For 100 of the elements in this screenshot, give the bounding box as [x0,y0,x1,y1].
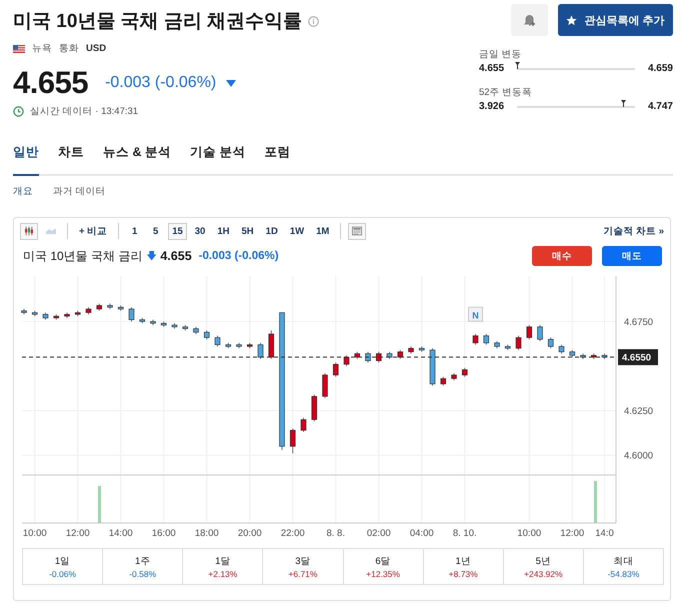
candle [322,372,328,399]
candle [300,417,306,432]
x-axis-label: 8. 10. [452,528,477,539]
interval-button[interactable]: 1D [262,222,282,240]
performance-cell[interactable]: 5년 +243.92% [502,549,583,584]
period-label: 6달 [375,554,391,568]
candle [290,428,296,454]
layout-icon [352,225,362,237]
currency-value: USD [86,43,106,54]
chart-instrument-name: 미국 10년물 국채 금리 [23,248,142,264]
x-axis-label: 22:00 [280,528,305,539]
compare-button[interactable]: + 비교 [75,222,112,240]
buy-button[interactable]: 매수 [532,246,592,266]
flag-icon [13,44,25,52]
candle [139,318,146,324]
area-chart-icon [46,226,56,236]
sell-button[interactable]: 매도 [602,246,662,266]
interval-button[interactable]: 30 [190,222,210,240]
performance-cell[interactable]: 최대 -54.83% [582,549,663,584]
performance-cell[interactable]: 6달 +12.35% [342,549,423,584]
candle [258,342,264,360]
candle [96,303,102,312]
candle [376,351,382,363]
period-change: +243.92% [524,568,563,578]
chart-change: -0.003 (-0.06%) [198,250,279,262]
candle [246,342,253,349]
performance-cell[interactable]: 1일 -0.06% [23,549,102,584]
candle [193,326,199,334]
candle [344,354,350,366]
volume-bar [98,486,101,523]
candle [32,310,38,317]
interval-button[interactable]: 5 [147,222,164,240]
sub-tab[interactable]: 과거 데이터 [53,185,106,198]
period-label: 1일 [54,554,70,568]
interval-button[interactable]: 1 [126,222,144,240]
range-low: 4.655 [479,63,506,74]
candle [548,337,554,349]
interval-button[interactable]: 5H [238,222,258,240]
interval-button[interactable]: 15 [168,222,187,240]
interval-button[interactable]: 1W [286,222,308,240]
candle [268,330,274,360]
price-change: -0.003 (-0.06%) [105,74,216,92]
news-marker[interactable]: N [468,306,483,322]
candlestick-button[interactable] [20,222,38,240]
period-change: +6.71% [288,568,318,578]
nav-tab[interactable]: 포럼 [264,144,290,176]
performance-cell[interactable]: 3달 +6.71% [262,549,342,584]
range-high: 4.747 [646,101,673,112]
period-label: 3달 [295,554,311,568]
candle [160,321,167,328]
candle [311,394,318,422]
candle [451,372,457,381]
candle [118,305,124,312]
nav-tab[interactable]: 기술 분석 [190,144,246,176]
candle [602,353,608,360]
candlestick-icon [24,224,34,238]
y-axis-label: 4.6250 [624,406,654,418]
alert-button[interactable] [511,4,548,36]
price-tag: 4.6550 [618,349,658,366]
period-change: -0.06% [49,568,76,578]
chart-price: 4.655 [160,249,192,263]
candle [558,344,564,354]
range-high: 4.659 [646,63,673,74]
star-icon [566,14,578,26]
candle [516,335,522,350]
technical-chart-link[interactable]: 기술적 차트 » [603,224,664,238]
candle [332,362,339,378]
candle [569,350,576,358]
candle [526,324,532,340]
layout-button[interactable] [348,222,366,240]
sub-tab[interactable]: 개요 [13,185,33,198]
candle [107,303,113,310]
performance-cell[interactable]: 1달 +2.13% [182,549,262,584]
nav-tab[interactable]: 일반 [13,144,39,176]
candle [354,351,360,360]
period-change: +8.73% [448,568,478,578]
candle [386,351,392,360]
candle [150,319,156,326]
nav-tab[interactable]: 뉴스 & 분석 [103,144,171,176]
x-axis-label: 14:0 [595,528,614,539]
candle [472,334,478,346]
period-label: 1주 [135,554,150,568]
watchlist-button[interactable]: 관심목록에 추가 [558,4,673,36]
candle [494,340,500,349]
candle [225,342,232,349]
candle [64,312,70,318]
candle [236,342,242,349]
candle [504,344,511,350]
performance-cell[interactable]: 1주 -0.58% [102,549,182,584]
candle [397,350,404,360]
candle [204,330,210,340]
candle [440,376,446,386]
currency-label: 통화 [59,42,79,55]
candle [128,306,134,322]
interval-button[interactable]: 1M [312,222,334,240]
nav-tab[interactable]: 차트 [58,144,84,176]
info-icon[interactable] [308,16,320,26]
performance-cell[interactable]: 1년 +8.73% [422,549,503,584]
realtime-label: 실시간 데이터 · 13:47:31 [30,105,138,118]
interval-button[interactable]: 1H [213,222,234,240]
